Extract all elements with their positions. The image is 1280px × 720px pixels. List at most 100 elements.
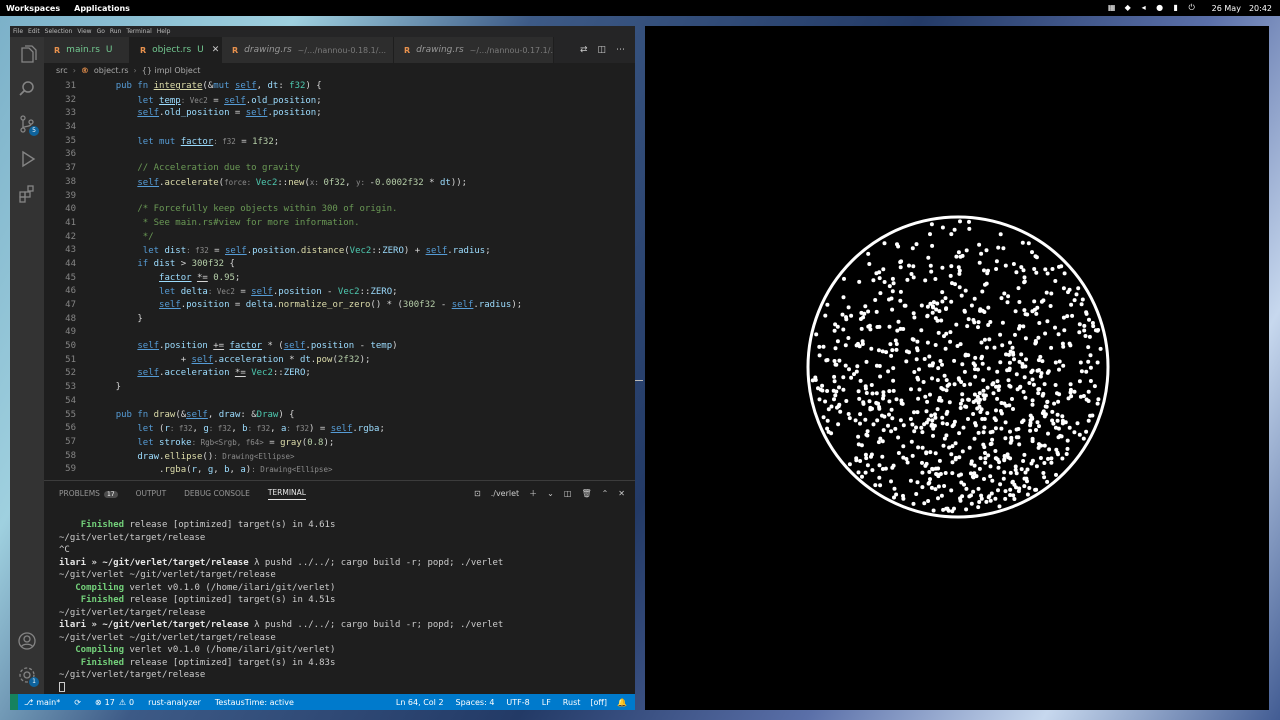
tab-debug-console[interactable]: DEBUG CONSOLE bbox=[184, 489, 250, 498]
applications-button[interactable]: Applications bbox=[74, 4, 130, 13]
particle bbox=[890, 289, 895, 294]
run-debug-icon[interactable] bbox=[17, 149, 37, 169]
particle bbox=[928, 392, 932, 397]
particle bbox=[867, 399, 872, 404]
menu-edit[interactable]: Edit bbox=[28, 28, 40, 35]
volume-icon[interactable]: ◂ bbox=[1140, 4, 1148, 12]
close-panel-icon[interactable]: ✕ bbox=[618, 489, 625, 498]
tab-drawing-rs-0181[interactable]: R drawing.rs ~/.../nannou-0.18.1/... bbox=[222, 37, 394, 63]
terminal-line: ~/git/verlet ~/git/verlet/target/release bbox=[59, 569, 629, 582]
terminal-text: verlet v0.1.0 (/home/ilari/git/verlet) bbox=[124, 582, 336, 593]
explorer-icon[interactable] bbox=[17, 45, 37, 65]
tab-output[interactable]: OUTPUT bbox=[136, 489, 167, 498]
particle bbox=[1084, 311, 1089, 316]
maximize-panel-icon[interactable]: ⌃ bbox=[602, 489, 609, 498]
particle bbox=[930, 418, 935, 423]
warning-count[interactable]: 0 bbox=[129, 698, 134, 707]
source-control-icon[interactable]: 5 bbox=[17, 114, 39, 136]
particle bbox=[866, 309, 871, 314]
menu-file[interactable]: File bbox=[13, 28, 23, 35]
terminal-selector[interactable]: ./verlet bbox=[491, 489, 519, 498]
chevron-down-icon[interactable]: ⌄ bbox=[547, 489, 554, 498]
power-icon[interactable]: ⏻ bbox=[1188, 4, 1196, 12]
code-editor[interactable]: 31 pub fn integrate(&mut self, dt: f32) … bbox=[44, 80, 635, 480]
encoding[interactable]: UTF-8 bbox=[506, 698, 529, 707]
compare-icon[interactable]: ⇄ bbox=[580, 45, 588, 55]
particle bbox=[835, 339, 840, 344]
breadcrumb-folder[interactable]: src bbox=[56, 66, 68, 75]
menu-selection[interactable]: Selection bbox=[45, 28, 73, 35]
particle bbox=[1049, 291, 1054, 296]
battery-icon[interactable]: ▮ bbox=[1172, 4, 1180, 12]
keyboard-icon[interactable]: ▦ bbox=[1108, 4, 1116, 12]
formatter-status[interactable]: [off] bbox=[590, 698, 607, 707]
close-icon[interactable]: ✕ bbox=[212, 45, 220, 55]
indentation[interactable]: Spaces: 4 bbox=[456, 698, 495, 707]
terminal-output[interactable]: Finished release [optimized] target(s) i… bbox=[59, 519, 629, 694]
menu-run[interactable]: Run bbox=[110, 28, 122, 35]
workspaces-button[interactable]: Workspaces bbox=[6, 4, 60, 13]
particle bbox=[966, 397, 971, 402]
particle bbox=[874, 309, 879, 314]
scrollbar-marker[interactable] bbox=[635, 380, 643, 381]
remote-icon[interactable] bbox=[10, 694, 18, 710]
trash-icon[interactable]: 🗑 bbox=[581, 489, 591, 498]
particle bbox=[880, 454, 885, 459]
particle bbox=[931, 508, 936, 513]
particle bbox=[1008, 487, 1013, 492]
particle bbox=[1061, 363, 1066, 368]
search-icon[interactable] bbox=[17, 79, 37, 99]
wifi-icon[interactable]: ◆ bbox=[1124, 4, 1132, 12]
particle bbox=[1013, 467, 1018, 472]
sync-icon[interactable]: ⟳ bbox=[74, 698, 81, 707]
clock-date[interactable]: 26 May bbox=[1212, 4, 1241, 13]
settings-gear-icon[interactable]: 1 bbox=[17, 665, 39, 687]
tab-problems[interactable]: PROBLEMS 17 bbox=[59, 489, 118, 498]
account-icon[interactable] bbox=[17, 631, 37, 651]
extensions-icon[interactable] bbox=[17, 184, 37, 204]
menu-help[interactable]: Help bbox=[157, 28, 171, 35]
line-ending[interactable]: LF bbox=[542, 698, 551, 707]
particle bbox=[1017, 300, 1022, 304]
particle bbox=[977, 500, 982, 504]
code-line: 31 pub fn integrate(&mut self, dt: f32) … bbox=[44, 80, 635, 94]
particle bbox=[949, 299, 954, 304]
microphone-icon[interactable]: ● bbox=[1156, 4, 1164, 12]
breadcrumb-symbol[interactable]: {} impl Object bbox=[142, 66, 201, 75]
particle bbox=[986, 366, 991, 371]
tab-drawing-rs-0171[interactable]: R drawing.rs ~/.../nannou-0.17.1/... bbox=[394, 37, 554, 63]
tab-terminal[interactable]: TERMINAL bbox=[267, 488, 306, 500]
particle bbox=[1052, 401, 1057, 406]
particle bbox=[1010, 397, 1014, 401]
particle bbox=[1007, 403, 1012, 408]
split-terminal-icon[interactable]: ◫ bbox=[564, 489, 572, 498]
tab-object-rs[interactable]: R object.rs U ✕ bbox=[130, 37, 222, 63]
new-terminal-icon[interactable]: ＋ bbox=[529, 488, 537, 499]
tab-label: main.rs bbox=[66, 45, 100, 55]
bell-icon[interactable]: 🔔 bbox=[617, 698, 627, 707]
particle bbox=[1048, 304, 1053, 308]
menu-view[interactable]: View bbox=[77, 28, 91, 35]
tab-main-rs[interactable]: R main.rs U bbox=[44, 37, 130, 63]
language-mode[interactable]: Rust bbox=[563, 698, 581, 707]
particle bbox=[999, 296, 1004, 301]
breadcrumb-file[interactable]: object.rs bbox=[94, 66, 129, 75]
particle bbox=[976, 505, 981, 510]
menu-go[interactable]: Go bbox=[97, 28, 105, 35]
particle bbox=[910, 422, 915, 427]
code-line: 47 self.position = delta.normalize_or_ze… bbox=[44, 299, 635, 313]
particle bbox=[896, 244, 901, 249]
error-count[interactable]: 17 bbox=[105, 698, 115, 707]
cursor-position[interactable]: Ln 64, Col 2 bbox=[396, 698, 444, 707]
testaustime-status[interactable]: TestausTime: active bbox=[215, 698, 294, 707]
git-branch[interactable]: main* bbox=[36, 698, 60, 707]
particle bbox=[920, 470, 925, 475]
more-actions-icon[interactable]: ⋯ bbox=[616, 45, 625, 55]
split-editor-icon[interactable]: ◫ bbox=[597, 45, 606, 55]
menu-terminal[interactable]: Terminal bbox=[126, 28, 151, 35]
particle bbox=[999, 411, 1004, 416]
particle bbox=[1005, 300, 1010, 305]
rust-analyzer-status[interactable]: rust-analyzer bbox=[148, 698, 201, 707]
clock-time[interactable]: 20:42 bbox=[1249, 4, 1272, 13]
particle bbox=[841, 375, 846, 380]
